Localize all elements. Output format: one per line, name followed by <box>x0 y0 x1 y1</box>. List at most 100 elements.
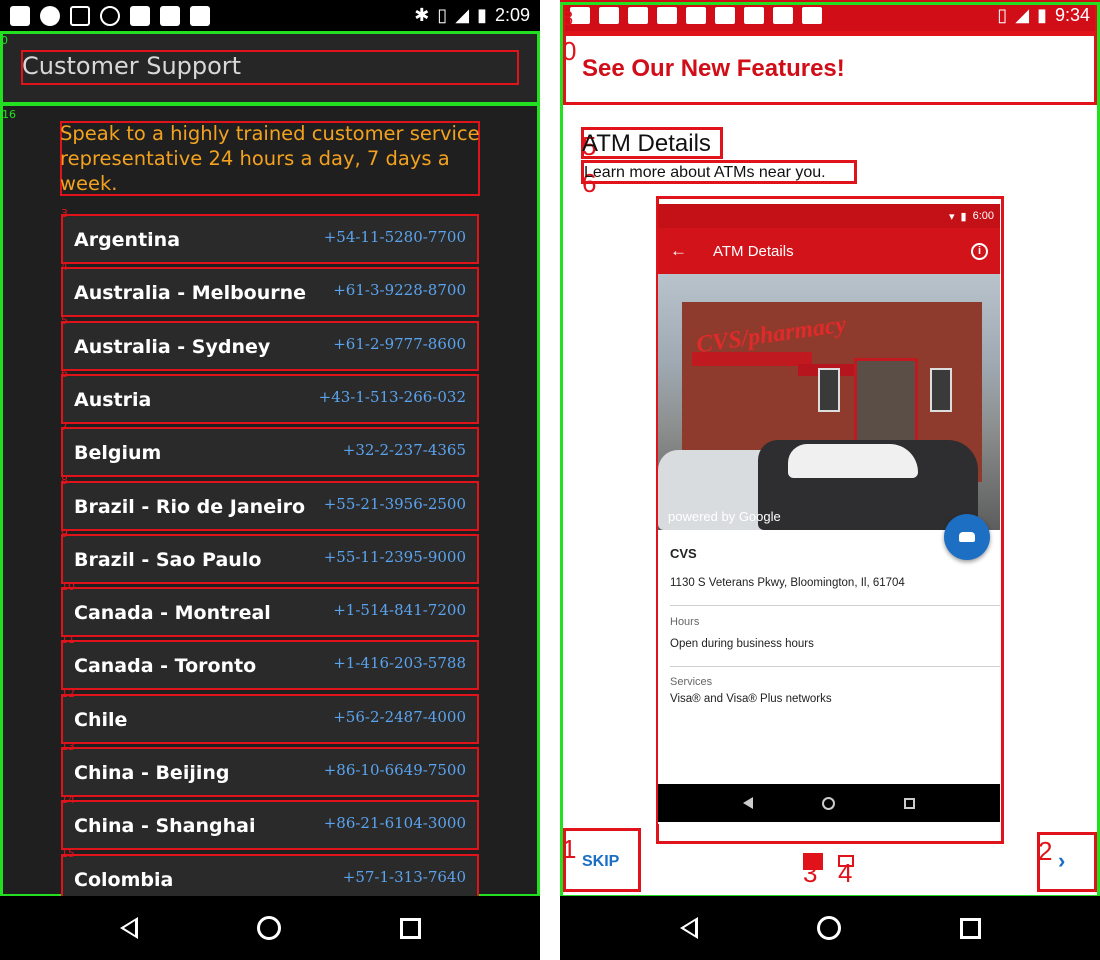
row-tag: 8 <box>61 473 68 487</box>
customer-support-screen: ✱ ▯ ◢ ▮ 2:09 0 Customer Support 16 Speak… <box>0 0 540 960</box>
country-name: Canada - Toronto <box>74 655 257 678</box>
system-nav-bar <box>560 896 1100 960</box>
contact-row[interactable]: 9 Brazil - Sao Paulo +55-11-2395-9000 <box>61 527 479 584</box>
next-button[interactable]: › <box>1058 848 1065 874</box>
status-bar: ✱ ▯ ◢ ▮ 2:09 <box>0 0 540 31</box>
row-tag: 11 <box>61 633 75 647</box>
phone-number-link[interactable]: +1-416-203-5788 <box>333 654 466 672</box>
signal-icon: ◢ <box>455 5 470 25</box>
phone-number-link[interactable]: +57-1-313-7640 <box>343 868 466 886</box>
country-name: Brazil - Rio de Janeiro <box>74 495 306 518</box>
contact-row[interactable]: 10 Canada - Montreal +1-514-841-7200 <box>61 580 479 638</box>
row-tag: 3 <box>61 207 68 220</box>
phone-number-link[interactable]: +86-21-6104-3000 <box>324 814 466 832</box>
hours-label: Hours <box>670 616 700 628</box>
country-name: China - Shanghai <box>74 815 256 838</box>
phone-number-link[interactable]: +61-2-9777-8600 <box>333 335 466 353</box>
phone-number-link[interactable]: +32-2-237-4365 <box>343 441 466 459</box>
battery-icon: ▮ <box>960 210 967 223</box>
country-name: Belgium <box>74 442 162 465</box>
gallery-icon <box>10 5 30 26</box>
phone-number-link[interactable]: +86-10-6649-7500 <box>324 761 466 779</box>
window-shape <box>930 368 952 412</box>
country-name: China - Beijing <box>74 762 230 784</box>
back-icon[interactable] <box>119 917 138 939</box>
page-title: Customer Support <box>22 52 242 80</box>
preview-status-bar: ▾ ▮ 6:00 <box>658 204 1000 228</box>
contact-row[interactable]: 7 Belgium +32-2-237-4365 <box>61 420 479 478</box>
notification-icons <box>10 5 210 26</box>
phone-number-link[interactable]: +54-11-5280-7700 <box>324 228 466 246</box>
lock-icon <box>130 5 150 26</box>
skip-tag: 1 <box>562 834 577 864</box>
feature-subtitle: Learn more about ATMs near you. <box>584 164 826 181</box>
skip-button[interactable]: SKIP <box>582 853 619 871</box>
row-tag: 6 <box>61 366 68 380</box>
feature-title: ATM Details <box>582 130 711 157</box>
row-tag: 12 <box>61 686 75 700</box>
play-icon <box>40 5 60 26</box>
shop-icon <box>160 5 180 26</box>
recents-icon[interactable] <box>399 917 421 939</box>
country-name: Argentina <box>74 229 181 251</box>
row-tag: 13 <box>61 740 75 753</box>
android-icon <box>190 5 210 26</box>
services-value: Visa® and Visa® Plus networks <box>670 693 832 705</box>
preview-nav-bar <box>658 784 1000 822</box>
back-icon[interactable] <box>679 917 698 939</box>
store-photo: CVS/pharmacy powered by Google <box>658 274 1000 530</box>
back-icon <box>742 797 753 809</box>
contact-row[interactable]: 5 Australia - Sydney +61-2-9777-8600 <box>61 314 479 371</box>
directions-car-icon <box>944 514 990 560</box>
window-shape <box>818 368 840 412</box>
phone-number-link[interactable]: +43-1-513-266-032 <box>319 388 466 406</box>
place-name: CVS <box>670 546 697 561</box>
contact-row[interactable]: 8 Brazil - Rio de Janeiro +55-21-3956-2500 <box>61 474 479 531</box>
header-tag: 0 <box>562 36 577 66</box>
divider <box>670 605 1000 606</box>
place-address: 1130 S Veterans Pkwy, Bloomington, Il, 6… <box>670 577 905 589</box>
clock: 2:09 <box>494 5 530 25</box>
home-icon[interactable] <box>256 916 281 940</box>
vibrate-icon: ▯ <box>437 5 448 25</box>
phone-number-link[interactable]: +61-3-9228-8700 <box>333 281 466 299</box>
preview-clock: 6:00 <box>972 210 994 222</box>
row-tag: 9 <box>61 526 68 540</box>
country-name: Canada - Montreal <box>74 602 271 625</box>
country-name: Australia - Sydney <box>74 335 271 358</box>
row-tag: 14 <box>61 793 75 807</box>
contact-row[interactable]: 6 Austria +43-1-513-266-032 <box>61 367 479 424</box>
dot-inactive-tag: 4 <box>838 858 853 888</box>
info-icon: i <box>971 242 988 260</box>
phone-number-link[interactable]: +56-2-2487-4000 <box>333 708 466 726</box>
country-name: Chile <box>74 708 128 731</box>
system-nav-bar <box>0 896 540 960</box>
recents-icon[interactable] <box>959 917 981 939</box>
next-tag: 2 <box>1038 836 1053 866</box>
hours-value: Open during business hours <box>670 638 814 650</box>
country-name: Austria <box>74 388 152 411</box>
contact-row[interactable]: 3 Argentina +54-11-5280-7700 <box>61 207 479 264</box>
country-name: Brazil - Sao Paulo <box>74 548 262 571</box>
row-tag: 7 <box>61 420 68 434</box>
contact-row[interactable]: 11 Canada - Toronto +1-416-203-5788 <box>61 633 479 691</box>
contact-row[interactable]: 12 Chile +56-2-2487-4000 <box>61 687 479 744</box>
header-tag: 0 <box>1 34 8 47</box>
phone-number-link[interactable]: +55-21-3956-2500 <box>324 495 466 513</box>
battery-icon: ▮ <box>477 5 487 25</box>
row-tag: 5 <box>61 313 68 327</box>
home-icon[interactable] <box>816 916 841 940</box>
divider <box>670 666 1000 667</box>
row-tag: 10 <box>61 580 75 594</box>
snow-shape <box>788 444 918 478</box>
country-name: Colombia <box>74 868 174 891</box>
page-title: See Our New Features! <box>582 55 845 82</box>
contact-row[interactable]: 14 China - Shanghai +86-21-6104-3000 <box>61 793 479 851</box>
phone-number-link[interactable]: +1-514-841-7200 <box>333 601 466 619</box>
preview-app-bar: ← ATM Details i <box>658 228 1000 274</box>
contact-row[interactable]: 13 China - Beijing +86-10-6649-7500 <box>61 740 479 797</box>
country-name: Australia - Melbourne <box>74 282 307 305</box>
bluetooth-icon: ✱ <box>414 5 430 25</box>
phone-number-link[interactable]: +55-11-2395-9000 <box>324 548 466 566</box>
contact-row[interactable]: 4 Australia - Melbourne +61-3-9228-8700 <box>61 260 479 318</box>
